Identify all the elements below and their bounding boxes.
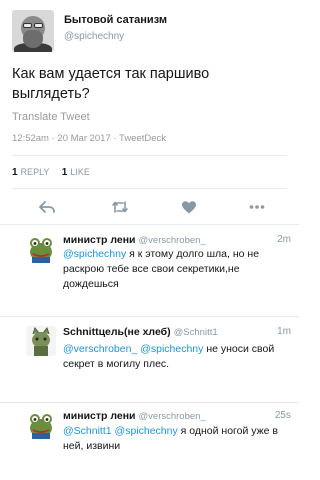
reply-text: @spichechny я к этому долго шла, но не р… — [63, 247, 291, 292]
reply-author[interactable]: Schnittцель(не хлеб) @Schnitt1 — [63, 326, 218, 338]
reply-author-handle[interactable]: @verschroben_ — [139, 411, 206, 422]
reply-author-name[interactable]: министр лени — [63, 234, 136, 246]
frog-avatar[interactable] — [26, 234, 56, 264]
tweet-stats: 1 REPLY 1 LIKE — [12, 167, 90, 178]
avatar-glasses-left — [23, 23, 32, 28]
like-count[interactable]: 1 — [62, 167, 68, 178]
reply-tweet[interactable]: министр лени @verschroben_ 2m @spichechny… — [0, 224, 299, 316]
reply-author-name[interactable]: Schnittцель(не хлеб) — [63, 326, 171, 338]
reply-author[interactable]: министр лени @verschroben_ — [63, 410, 206, 422]
reply-author[interactable]: министр лени @verschroben_ — [63, 234, 206, 246]
avatar-glasses-right — [34, 23, 43, 28]
avatar-beard-shape — [23, 30, 43, 48]
reply-time[interactable]: 2m — [277, 234, 291, 245]
retweet-icon[interactable] — [111, 199, 129, 215]
reply-text: @verschroben_ @spichechny не уноси свой … — [63, 342, 291, 372]
mention-link[interactable]: @spichechny — [140, 343, 203, 355]
tweet-source: TweetDeck — [119, 133, 167, 144]
reply-author-name[interactable]: министр лени — [63, 410, 136, 422]
tweet-text: Как вам удается так паршиво выглядеть? — [12, 66, 210, 102]
tweet-meta: 12:52am · 20 Mar 2017 · TweetDeck — [12, 133, 166, 144]
mention-link[interactable]: @Schnitt1 — [63, 425, 112, 437]
reply-author-handle[interactable]: @verschroben_ — [139, 235, 206, 246]
divider — [0, 316, 299, 317]
reply-author-handle[interactable]: @Schnitt1 — [174, 327, 218, 338]
mention-link[interactable]: @verschroben_ — [63, 343, 137, 355]
divider — [0, 402, 299, 403]
like-count-label[interactable]: LIKE — [70, 167, 90, 177]
heart-icon[interactable] — [180, 199, 198, 215]
more-icon[interactable] — [248, 199, 266, 215]
reply-time[interactable]: 25s — [275, 410, 291, 421]
mention-link[interactable]: @spichechny — [63, 248, 126, 260]
cat-avatar[interactable] — [26, 326, 56, 356]
divider — [0, 224, 299, 225]
author-name[interactable]: Бытовой сатанизм — [64, 14, 167, 26]
divider — [12, 188, 287, 189]
author-avatar[interactable] — [12, 10, 54, 52]
reply-time[interactable]: 1m — [277, 326, 291, 337]
translate-tweet-link[interactable]: Translate Tweet — [12, 111, 90, 123]
frog-avatar[interactable] — [26, 410, 56, 440]
mention-link[interactable]: @spichechny — [115, 425, 178, 437]
main-tweet: Бытовой сатанизм @spichechny Как вам уда… — [0, 0, 299, 196]
reply-count-label[interactable]: REPLY — [21, 167, 50, 177]
tweet-actions — [0, 196, 299, 222]
reply-text: @Schnitt1 @spichechny я одной ногой уже … — [63, 424, 291, 454]
reply-tweet[interactable]: министр лени @verschroben_ 25s @Schnitt1 … — [0, 402, 299, 480]
divider — [12, 155, 287, 156]
tweet-timestamp[interactable]: 12:52am · 20 Mar 2017 — [12, 133, 111, 144]
reply-tweet[interactable]: Schnittцель(не хлеб) @Schnitt1 1m @versch… — [0, 316, 299, 402]
author-handle[interactable]: @spichechny — [64, 31, 124, 42]
reply-count[interactable]: 1 — [12, 167, 18, 178]
reply-icon[interactable] — [38, 199, 56, 215]
